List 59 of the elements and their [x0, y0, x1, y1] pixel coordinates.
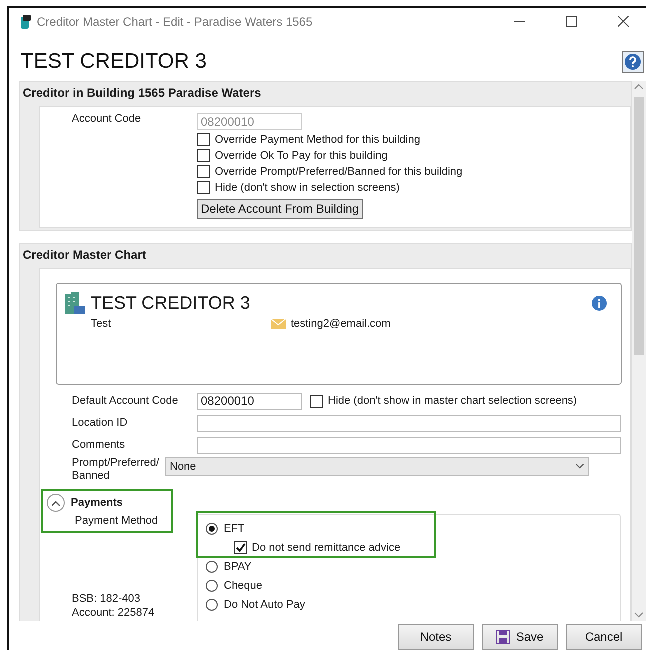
section-title: Creditor in Building 1565 Paradise Waters	[22, 85, 262, 102]
building-icon	[65, 292, 85, 314]
creditor-heading: TEST CREDITOR 3	[21, 50, 207, 74]
radio-label: EFT	[224, 522, 245, 534]
radio-label: BPAY	[224, 560, 252, 572]
chevron-up-icon	[52, 500, 60, 506]
location-id-field[interactable]	[197, 414, 621, 432]
checkbox-label: Override Prompt/Preferred/Banned for this building	[215, 166, 463, 178]
minimize-icon[interactable]	[514, 20, 524, 23]
creditor-name: TEST CREDITOR 3	[91, 292, 250, 314]
help-icon	[625, 54, 641, 70]
dialog-button[interactable]: Cancel	[566, 624, 642, 650]
email-address: testing2@email.com	[291, 318, 391, 330]
radio-button[interactable]	[206, 580, 218, 592]
checkbox-label: Override Payment Method for this building	[215, 134, 420, 146]
field-label: Comments	[71, 439, 126, 451]
section-title: Creditor Master Chart	[22, 247, 148, 264]
checkbox[interactable]	[234, 541, 247, 554]
checkbox[interactable]	[197, 181, 210, 194]
checkbox-label: Override Ok To Pay for this building	[215, 150, 388, 162]
checkbox[interactable]	[197, 149, 210, 162]
checkbox[interactable]	[197, 133, 210, 146]
scroll-up-icon[interactable]	[634, 84, 644, 90]
close-icon[interactable]	[618, 16, 628, 28]
radio-button[interactable]	[206, 522, 218, 534]
collapse-toggle[interactable]	[47, 494, 65, 512]
dialog-button[interactable]: Notes	[398, 624, 474, 650]
field-label: Prompt/Preferred/Banned	[71, 457, 160, 484]
save-button[interactable]: Save	[482, 624, 558, 650]
contact-name: Test	[91, 318, 112, 330]
payments-heading: Payments	[71, 497, 123, 509]
field-label: Payment Method	[74, 515, 160, 527]
radio-button[interactable]	[206, 560, 218, 572]
field-label: Account Code	[71, 113, 142, 125]
radio-button[interactable]	[206, 598, 218, 610]
comments-field[interactable]	[197, 436, 621, 454]
checkbox-label: Hide (don't show in master chart selection screens)	[328, 395, 578, 407]
checkbox[interactable]	[197, 165, 210, 178]
radio-label: Do Not Auto Pay	[224, 598, 306, 610]
delete-account-button[interactable]: Delete Account From Building	[197, 199, 364, 219]
app-logo-icon	[21, 14, 31, 29]
checkbox[interactable]	[310, 394, 323, 408]
checkbox-label: Do not send remittance advice	[252, 542, 401, 554]
scroll-down-icon[interactable]	[634, 612, 644, 618]
radio-label: Cheque	[224, 580, 263, 592]
scrollbar[interactable]	[632, 81, 646, 621]
field-label: Location ID	[71, 417, 129, 429]
checkbox-label: Hide (don't show in selection screens)	[215, 182, 400, 194]
prompt-dropdown[interactable]: None	[165, 457, 589, 476]
envelope-icon	[271, 319, 286, 329]
help-button[interactable]	[622, 51, 644, 74]
maximize-icon[interactable]	[566, 16, 576, 28]
info-icon[interactable]	[592, 296, 607, 311]
chevron-down-icon	[576, 464, 584, 469]
window-title: Creditor Master Chart - Edit - Paradise Waters 1565	[37, 14, 314, 29]
field-label: Default Account Code	[71, 395, 180, 407]
bank-detail: Account: 225874	[72, 606, 156, 620]
default-account-code-field[interactable]: 08200010	[197, 392, 302, 410]
bank-detail: BSB: 182-403	[72, 592, 142, 606]
